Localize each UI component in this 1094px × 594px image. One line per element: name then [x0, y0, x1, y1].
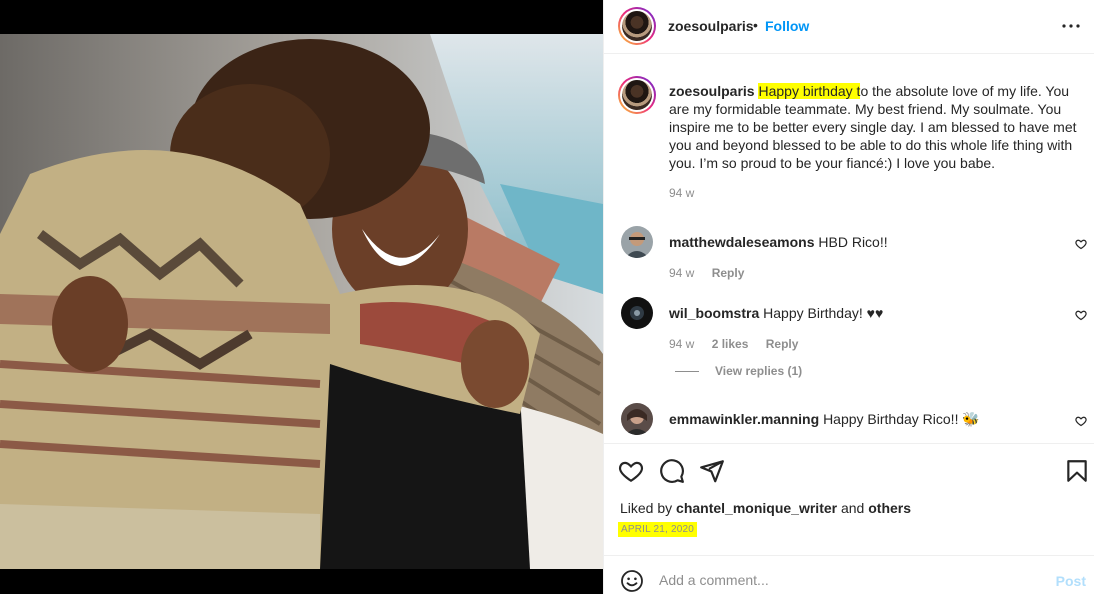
share-paper-plane-icon[interactable] — [699, 458, 725, 484]
comment-body: Happy Birthday! ♥♥ — [763, 305, 884, 321]
comment-input[interactable] — [659, 566, 1039, 594]
more-horizontal-icon[interactable] — [1059, 14, 1083, 38]
post-header: zoesoulparis • Follow — [604, 0, 1094, 54]
comment-likes[interactable]: 2 likes — [712, 337, 749, 351]
comment-body: Happy Birthday Rico!! 🐝 — [823, 411, 980, 427]
comment-text: wil_boomstra Happy Birthday! ♥♥ — [669, 305, 883, 321]
comment-body: HBD Rico!! — [818, 234, 888, 250]
post-actions: Liked by chantel_monique_writer and othe… — [604, 443, 1094, 555]
author-avatar[interactable] — [618, 7, 656, 45]
liked-by-others[interactable]: others — [868, 500, 911, 516]
caption-highlight: Happy birthday t — [758, 83, 861, 99]
comment-bubble-icon[interactable] — [659, 458, 685, 484]
liked-by-prefix: Liked by — [620, 500, 673, 516]
comment-timestamp[interactable]: 94 w — [669, 337, 694, 351]
emoji-smiley-icon[interactable] — [620, 569, 644, 593]
liked-by-user[interactable]: chantel_monique_writer — [676, 500, 837, 516]
comment-meta: 94 w Reply — [669, 266, 758, 280]
liked-by-and: and — [840, 500, 865, 516]
comment-username[interactable]: wil_boomstra — [669, 305, 759, 321]
author-username[interactable]: zoesoulparis — [668, 18, 754, 34]
photo-illustration — [0, 34, 603, 569]
separator-dot: • — [753, 17, 758, 33]
caption-avatar[interactable] — [618, 76, 656, 114]
comment-text: matthewdaleseamons HBD Rico!! — [669, 234, 888, 250]
comment-timestamp[interactable]: 94 w — [669, 266, 694, 280]
comment-username[interactable]: matthewdaleseamons — [669, 234, 815, 250]
like-comment-heart-icon[interactable] — [1075, 238, 1087, 250]
post-date[interactable]: APRIL 21, 2020 — [618, 522, 698, 537]
view-replies-button[interactable]: View replies (1) — [675, 364, 802, 378]
liked-by-text: Liked by chantel_monique_writer and othe… — [620, 500, 911, 516]
post-panel: zoesoulparis • Follow zoesoulparis Happy… — [603, 0, 1094, 594]
commenter-avatar[interactable] — [621, 297, 653, 329]
follow-button[interactable]: Follow — [765, 18, 809, 34]
like-comment-heart-icon[interactable] — [1075, 309, 1087, 321]
like-heart-icon[interactable] — [618, 458, 644, 484]
caption-text: zoesoulparis Happy birthday to the absol… — [669, 82, 1079, 172]
save-bookmark-icon[interactable] — [1064, 458, 1090, 484]
reply-button[interactable]: Reply — [766, 337, 799, 351]
comment-item: matthewdaleseamons HBD Rico!! 94 w Reply — [604, 226, 1094, 286]
view-replies-line — [675, 371, 699, 373]
commenter-avatar[interactable] — [621, 403, 653, 435]
comment-meta: 94 w 2 likes Reply — [669, 337, 812, 351]
add-comment-bar: Post — [604, 555, 1094, 594]
post-photo[interactable] — [0, 34, 603, 569]
view-replies-label: View replies (1) — [715, 364, 803, 378]
caption-username[interactable]: zoesoulparis — [669, 83, 755, 99]
caption-timestamp[interactable]: 94 w — [669, 186, 694, 200]
reply-button[interactable]: Reply — [712, 266, 745, 280]
comment-item: wil_boomstra Happy Birthday! ♥♥ 94 w 2 l… — [604, 297, 1094, 357]
comment-text: emmawinkler.manning Happy Birthday Rico!… — [669, 411, 980, 428]
post-comment-button[interactable]: Post — [1056, 573, 1086, 589]
commenter-avatar[interactable] — [621, 226, 653, 258]
like-comment-heart-icon[interactable] — [1075, 415, 1087, 427]
comment-username[interactable]: emmawinkler.manning — [669, 411, 819, 427]
post-media — [0, 0, 603, 594]
